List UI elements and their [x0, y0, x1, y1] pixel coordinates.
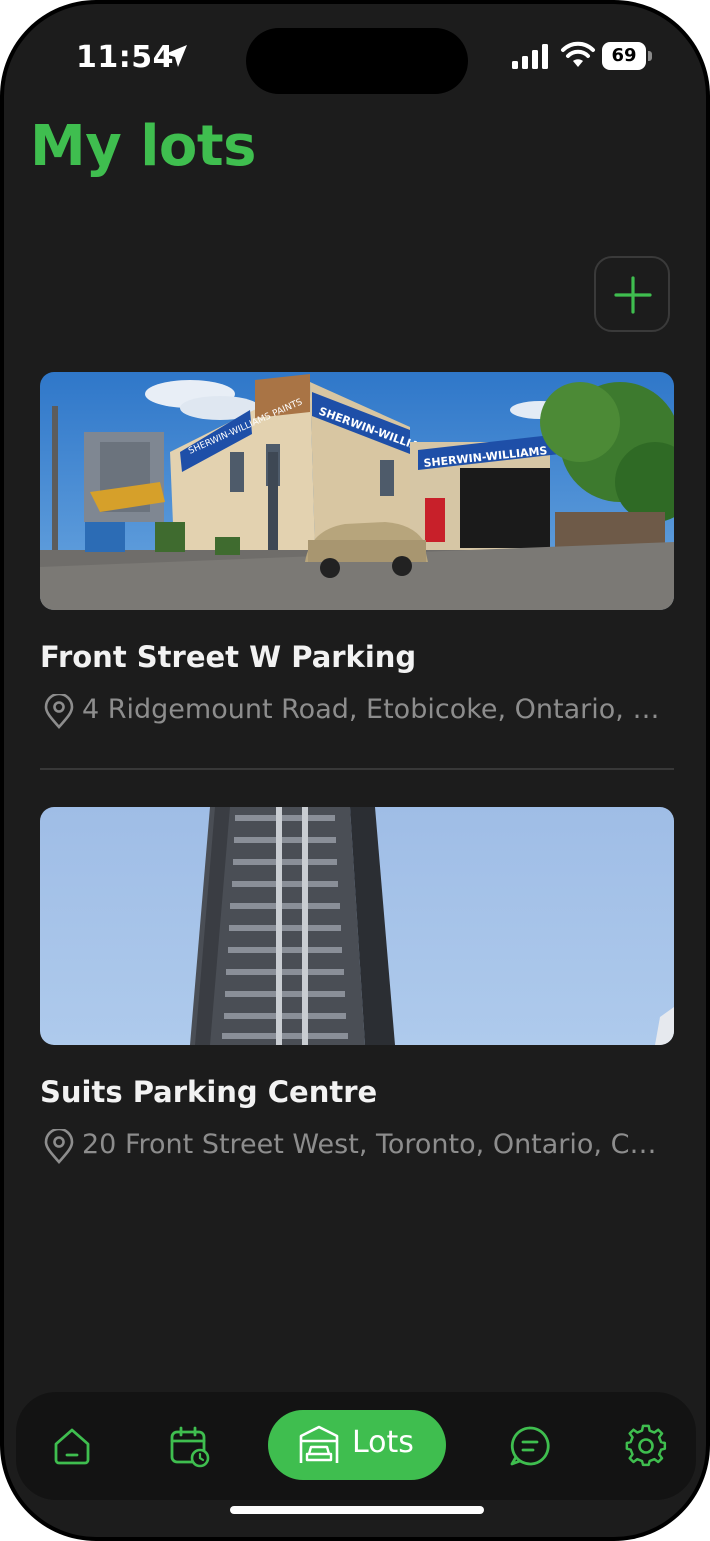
calendar-clock-icon[interactable] — [168, 1424, 212, 1468]
tab-lots[interactable]: Lots — [268, 1410, 446, 1480]
location-arrow-icon — [165, 45, 187, 67]
status-time: 11:54 — [76, 40, 174, 75]
battery-icon: 69 — [602, 42, 652, 70]
map-pin-icon — [44, 694, 74, 729]
lot-photo[interactable] — [40, 807, 674, 1045]
chat-icon[interactable] — [508, 1424, 552, 1468]
lot-address-text: 4 Ridgemount Road, Etobicoke, Ontario, C… — [82, 694, 672, 725]
lot-address: 20 Front Street West, Toronto, Ontario, … — [40, 1127, 674, 1167]
dynamic-island — [246, 28, 468, 94]
lot-name: Suits Parking Centre — [40, 1075, 378, 1109]
lot-address-text: 20 Front Street West, Toronto, Ontario, … — [82, 1129, 672, 1160]
tab-lots-label: Lots — [352, 1425, 414, 1460]
lot-address: 4 Ridgemount Road, Etobicoke, Ontario, C… — [40, 692, 674, 732]
add-lot-button[interactable] — [594, 256, 670, 332]
gear-icon[interactable] — [624, 1424, 668, 1468]
wifi-icon — [561, 41, 595, 67]
garage-car-icon — [299, 1425, 339, 1463]
battery-level: 69 — [602, 42, 646, 70]
home-indicator — [230, 1506, 484, 1514]
home-icon[interactable] — [50, 1424, 94, 1468]
plus-icon — [614, 276, 652, 314]
lot-name: Front Street W Parking — [40, 640, 417, 674]
signal-icon — [512, 44, 548, 69]
lot-card[interactable]: Suits Parking Centre 20 Front Street Wes… — [40, 807, 674, 1164]
tab-bar: Lots — [16, 1392, 696, 1500]
lot-card[interactable]: SHERWIN-WILLIAMS PAINTS SHERWIN-WILLIAMS… — [40, 372, 674, 729]
app-screen: 11:54 69 My lots SHERWIN-WILLIAMS PAINTS… — [4, 4, 706, 1537]
battery-nub — [648, 51, 652, 61]
lot-photo[interactable]: SHERWIN-WILLIAMS PAINTS SHERWIN-WILLIAMS… — [40, 372, 674, 610]
map-pin-icon — [44, 1129, 74, 1164]
phone-frame: 11:54 69 My lots SHERWIN-WILLIAMS PAINTS… — [0, 0, 710, 1541]
divider — [40, 768, 674, 770]
page-title: My lots — [30, 114, 257, 179]
